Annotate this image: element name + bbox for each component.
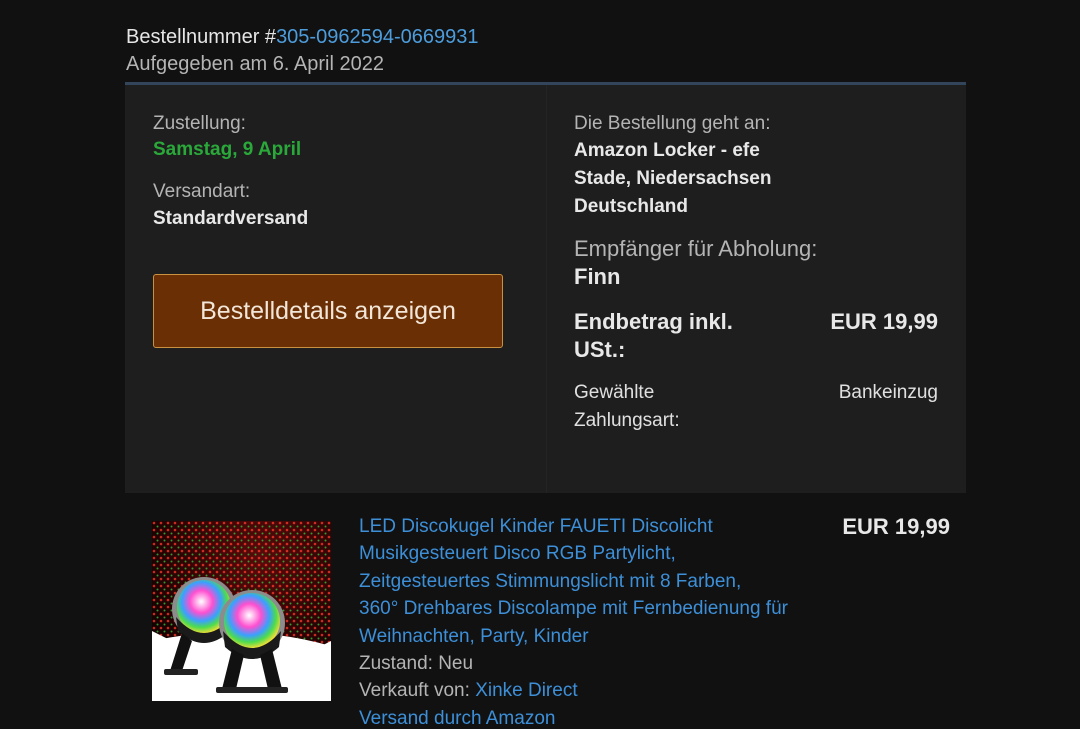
payment-method-value: Bankeinzug <box>838 382 938 403</box>
order-total-row: Endbetrag inkl. USt.: EUR 19,99 <box>574 308 938 364</box>
shipping-method-label: Versandart: <box>153 181 251 202</box>
payment-method-label: Gewählte Zahlungsart: <box>574 382 680 431</box>
order-total-label: Endbetrag inkl. USt.: <box>574 309 733 362</box>
recipient-address-line3: Deutschland <box>574 196 689 217</box>
order-number-label: Bestellnummer # <box>126 26 277 48</box>
recipient-label: Die Bestellung geht an: <box>574 113 771 134</box>
order-placed-date: Aufgegeben am 6. April 2022 <box>126 53 384 75</box>
product-image[interactable] <box>152 521 331 701</box>
order-details-button[interactable]: Bestelldetails anzeigen <box>153 274 503 348</box>
product-title-line5[interactable]: Weihnachten, Party, Kinder <box>359 623 829 650</box>
sold-by-label: Verkauft von: <box>359 680 476 702</box>
delivery-date: Samstag, 9 April <box>153 139 302 160</box>
order-number-link[interactable]: 305-0962594-0669931 <box>276 26 478 48</box>
recipient-address-line1: Amazon Locker - efe <box>574 140 760 161</box>
pickup-recipient-label: Empfänger für Abholung: <box>574 236 818 261</box>
recipient-address-line2: Stade, Niedersachsen <box>574 168 772 189</box>
product-condition: Zustand: Neu <box>359 653 474 675</box>
product-title-line3[interactable]: Zeitgesteuertes Stimmungslicht mit 8 Far… <box>359 568 829 595</box>
seller-link[interactable]: Xinke Direct <box>475 680 577 701</box>
product-price: EUR 19,99 <box>842 514 950 539</box>
recipient-column: Die Bestellung geht an: Amazon Locker - … <box>574 111 938 435</box>
order-page: Bestellnummer #305-0962594-0669931 Aufge… <box>0 0 1080 729</box>
column-divider <box>546 85 547 493</box>
sold-by-line: Verkauft von: Xinke Direct <box>359 677 829 704</box>
product-info: LED Discokugel Kinder FAUETI Discolicht … <box>359 513 829 729</box>
delivery-column: Zustellung: Samstag, 9 April Versandart:… <box>153 111 513 233</box>
product-title-line2[interactable]: Musikgesteuert Disco RGB Partylicht, <box>359 540 829 567</box>
delivery-label: Zustellung: <box>153 113 246 134</box>
shipping-method-value: Standardversand <box>153 208 309 229</box>
order-header: Bestellnummer #305-0962594-0669931 Aufge… <box>126 24 478 77</box>
product-title-line1[interactable]: LED Discokugel Kinder FAUETI Discolicht <box>359 513 829 540</box>
payment-method-row: Gewählte Zahlungsart: Bankeinzug <box>574 379 938 435</box>
product-title-line4[interactable]: 360° Drehbares Discolampe mit Fernbedien… <box>359 595 829 622</box>
order-number-line: Bestellnummer #305-0962594-0669931 <box>126 24 478 50</box>
pickup-recipient-name: Finn <box>574 264 621 289</box>
fulfilled-by-link[interactable]: Versand durch Amazon <box>359 705 829 729</box>
order-total-value: EUR 19,99 <box>830 309 938 334</box>
order-summary-card: Zustellung: Samstag, 9 April Versandart:… <box>125 82 966 493</box>
